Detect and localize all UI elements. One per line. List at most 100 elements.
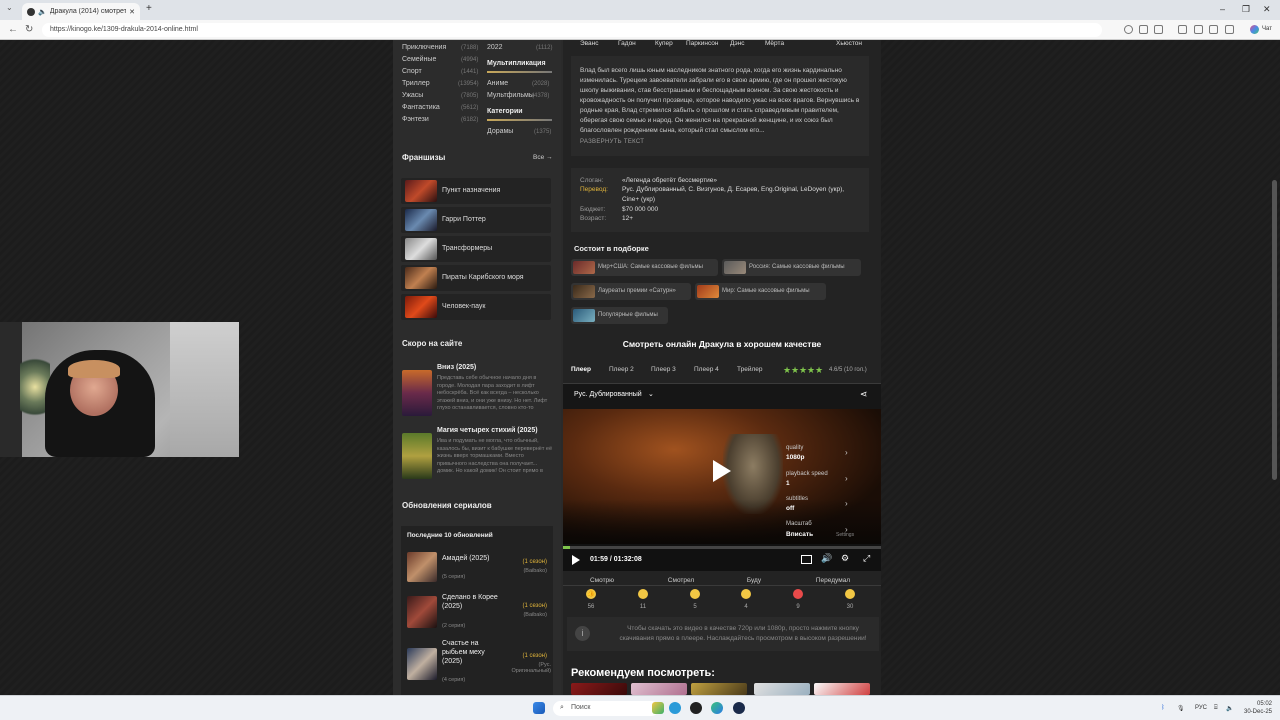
reload-icon[interactable]: ↻ bbox=[25, 24, 33, 35]
franchises-all-link[interactable]: Все → bbox=[533, 154, 553, 161]
rating-star-5[interactable]: ★ bbox=[815, 365, 823, 376]
tab-player-3[interactable]: Плеер 3 bbox=[651, 366, 676, 373]
rating-star-2[interactable]: ★ bbox=[791, 365, 799, 376]
thinking-emoji-icon[interactable] bbox=[845, 589, 855, 599]
mic-icon[interactable]: 🎙 bbox=[1177, 705, 1185, 712]
wow-emoji-icon[interactable] bbox=[690, 589, 700, 599]
voice-select[interactable]: Рус. Дублированный bbox=[574, 391, 642, 398]
collection-chip[interactable]: Мир: Самые кассовые фильмы bbox=[695, 283, 826, 300]
genre-link[interactable]: Мультфильмы bbox=[487, 92, 534, 99]
update-title[interactable]: Счастье на рыбьем меху (2025) bbox=[442, 639, 502, 666]
rating-star-1[interactable]: ★ bbox=[783, 365, 791, 376]
tab-trailer[interactable]: Трейлер bbox=[737, 366, 763, 373]
new-tab-button[interactable]: + bbox=[146, 3, 152, 14]
fullscreen-icon[interactable]: ⤢ bbox=[863, 553, 870, 564]
genre-link[interactable]: Приключения bbox=[402, 44, 446, 51]
reaction-will-watch[interactable]: Буду bbox=[729, 577, 779, 584]
thumbs-up-icon[interactable]: 👍 bbox=[586, 589, 596, 599]
chevron-right-icon[interactable]: › bbox=[845, 474, 848, 483]
genre-link[interactable]: Семейные bbox=[402, 56, 436, 63]
subtitles-setting-value[interactable]: off bbox=[786, 505, 794, 512]
back-icon[interactable]: ← bbox=[8, 24, 18, 35]
settings-gear-icon[interactable]: ⚙ bbox=[841, 553, 849, 564]
scale-setting-value[interactable]: Вписать bbox=[786, 531, 813, 538]
play-icon[interactable] bbox=[713, 460, 731, 482]
copilot-icon[interactable] bbox=[1250, 25, 1259, 34]
soon-item-title[interactable]: Вниз (2025) bbox=[437, 364, 476, 371]
subtitles-setting-label[interactable]: subtitles bbox=[786, 496, 808, 502]
language-indicator[interactable]: РУС bbox=[1195, 705, 1207, 711]
genre-link[interactable]: Фантастика bbox=[402, 104, 440, 111]
reaction-changed-mind[interactable]: Передумал bbox=[808, 577, 858, 584]
minimize-button[interactable]: – bbox=[1220, 4, 1225, 14]
reaction-watching[interactable]: Смотрю bbox=[577, 577, 627, 584]
chevron-right-icon[interactable]: › bbox=[845, 448, 848, 457]
year-link[interactable]: 2022 bbox=[487, 44, 503, 51]
cast-link[interactable]: Дэнс bbox=[730, 40, 745, 47]
cast-link[interactable]: Мёртa bbox=[765, 40, 784, 47]
genre-link[interactable]: Триллер bbox=[402, 80, 430, 87]
edge-icon[interactable] bbox=[711, 702, 723, 714]
scale-setting-label[interactable]: Масштаб bbox=[786, 521, 812, 527]
speed-setting-label[interactable]: playback speed bbox=[786, 471, 828, 477]
rating-star-4[interactable]: ★ bbox=[807, 365, 815, 376]
taskbar-clock[interactable]: 05:02 30-Dec-25 bbox=[1238, 700, 1272, 716]
profile-icon[interactable] bbox=[1225, 25, 1234, 34]
laugh-emoji-icon[interactable] bbox=[638, 589, 648, 599]
cast-link[interactable]: Гадон bbox=[618, 40, 636, 47]
tab-player-2[interactable]: Плеер 2 bbox=[609, 366, 634, 373]
genre-link[interactable]: Ужасы bbox=[402, 92, 423, 99]
genre-link[interactable]: Спорт bbox=[402, 68, 422, 75]
tab-menu-icon[interactable]: ⌄ bbox=[6, 3, 13, 12]
speed-setting-value[interactable]: 1 bbox=[786, 480, 790, 487]
favorite-icon[interactable] bbox=[1194, 25, 1203, 34]
rating-star-3[interactable]: ★ bbox=[799, 365, 807, 376]
speaker-icon[interactable]: 🔈 bbox=[38, 8, 47, 16]
cast-link[interactable]: Хьюстон bbox=[836, 40, 862, 47]
close-window-button[interactable]: ✕ bbox=[1263, 4, 1271, 15]
video-player[interactable]: Рус. Дублированный ⌄ ⋖ quality 1080p › p… bbox=[563, 384, 881, 571]
franchise-item[interactable]: Трансформеры bbox=[401, 236, 551, 262]
collection-chip[interactable]: Лауреаты премии «Сатурн» bbox=[571, 283, 691, 300]
tab-player-4[interactable]: Плеер 4 bbox=[694, 366, 719, 373]
angry-emoji-icon[interactable] bbox=[793, 589, 803, 599]
franchise-item[interactable]: Гарри Поттер bbox=[401, 207, 551, 233]
taskbar-search[interactable]: Поиск bbox=[553, 701, 659, 716]
start-icon[interactable] bbox=[533, 702, 545, 714]
ext-icon-2[interactable] bbox=[1139, 25, 1148, 34]
ext-icon-3[interactable] bbox=[1154, 25, 1163, 34]
play-small-icon[interactable] bbox=[572, 555, 580, 565]
quality-setting-value[interactable]: 1080p bbox=[786, 454, 804, 461]
genre-link[interactable]: Фэнтези bbox=[402, 116, 429, 123]
pip-icon[interactable] bbox=[801, 555, 812, 564]
soon-item-title[interactable]: Магия четырех стихий (2025) bbox=[437, 427, 538, 434]
app-icon[interactable] bbox=[690, 702, 702, 714]
page-scrollbar[interactable] bbox=[1272, 180, 1277, 480]
tab-player-1[interactable]: Плеер bbox=[571, 366, 591, 373]
speaker-tray-icon[interactable]: 🔈 bbox=[1226, 705, 1233, 712]
franchise-item[interactable]: Человек-паук bbox=[401, 294, 551, 320]
reaction-watched[interactable]: Смотрел bbox=[656, 577, 706, 584]
cast-link[interactable]: Паркинсон bbox=[686, 40, 719, 47]
recommend-poster[interactable] bbox=[571, 683, 627, 695]
franchise-item[interactable]: Пираты Карибского моря bbox=[401, 265, 551, 291]
genre-link[interactable]: Аниме bbox=[487, 80, 508, 87]
cast-link[interactable]: Эванс bbox=[580, 40, 599, 47]
recommend-poster[interactable] bbox=[691, 683, 747, 695]
maximize-button[interactable]: ❐ bbox=[1242, 4, 1250, 15]
quality-setting-label[interactable]: quality bbox=[786, 445, 803, 451]
telegram-icon[interactable] bbox=[669, 702, 681, 714]
widget-icon[interactable] bbox=[652, 702, 664, 714]
expand-text-button[interactable]: РАЗВЕРНУТЬ ТЕКСТ bbox=[580, 139, 644, 145]
collection-chip[interactable]: Популярные фильмы bbox=[571, 307, 668, 324]
steam-icon[interactable] bbox=[733, 702, 745, 714]
url-input[interactable]: https://kinogo.ke/1309-drakula-2014-onli… bbox=[42, 23, 1102, 37]
recommend-poster[interactable] bbox=[631, 683, 687, 695]
collections-icon[interactable] bbox=[1209, 25, 1218, 34]
sad-emoji-icon[interactable] bbox=[741, 589, 751, 599]
ext-icon-1[interactable] bbox=[1124, 25, 1133, 34]
collection-chip[interactable]: Мир+США: Самые кассовые фильмы bbox=[571, 259, 718, 276]
update-title[interactable]: Сделано в Корее (2025) bbox=[442, 593, 502, 611]
update-title[interactable]: Амадей (2025) bbox=[442, 554, 502, 563]
recommend-poster[interactable] bbox=[754, 683, 810, 695]
